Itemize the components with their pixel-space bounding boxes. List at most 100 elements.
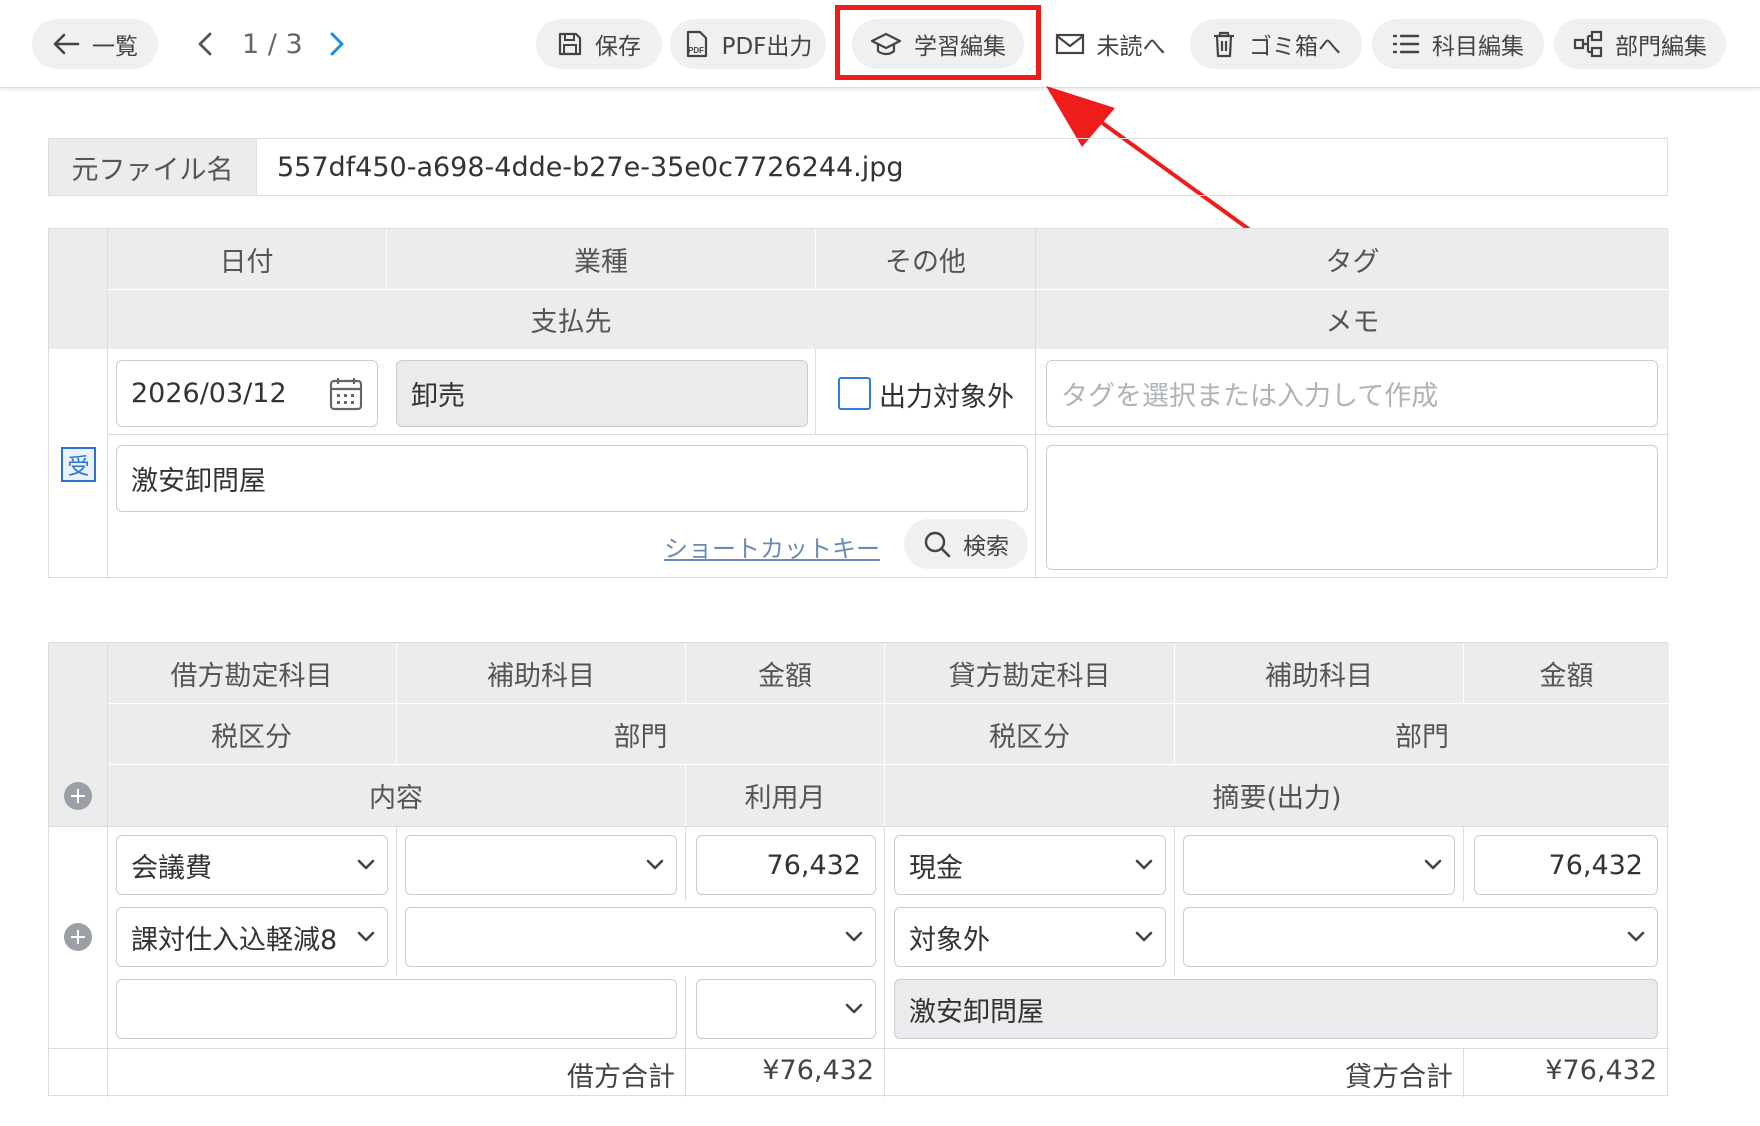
chevron-right-icon[interactable] [328, 31, 346, 57]
debit-amount-input[interactable]: 76,432 [696, 835, 876, 895]
tag-input[interactable]: タグを選択または入力して作成 [1046, 360, 1658, 427]
pager: 1 / 3 [196, 19, 356, 69]
debit-amount-value: 76,432 [766, 849, 861, 881]
chevron-down-icon [646, 859, 664, 870]
credit-dept-header: 部門 [1175, 704, 1669, 764]
unread-label: 未読へ [1096, 34, 1166, 60]
chevron-down-icon [1135, 931, 1153, 942]
list-icon [1392, 34, 1420, 54]
credit-amount-value: 76,432 [1548, 849, 1643, 881]
annotation-highlight-box [835, 5, 1041, 80]
debit-tax-value: 課対仕入込軽減8 [131, 924, 338, 956]
save-label: 保存 [595, 34, 641, 60]
debit-account-value: 会議費 [131, 852, 212, 884]
summary-output-field[interactable]: 激安卸問屋 [894, 979, 1658, 1039]
debit-dept-select[interactable] [405, 907, 876, 967]
summary-value: 激安卸問屋 [909, 996, 1044, 1028]
credit-tax-header: 税区分 [885, 704, 1174, 764]
header-form: 日付 業種 その他 タグ 支払先 メモ 2026/03/12 卸売 出力対象外 … [48, 228, 1669, 579]
chevron-down-icon [357, 931, 375, 942]
usage-month-select[interactable] [696, 979, 876, 1039]
arrow-left-icon [53, 33, 80, 55]
credit-dept-select[interactable] [1183, 907, 1658, 967]
journal-table: 借方勘定科目 補助科目 金額 貸方勘定科目 補助科目 金額 税区分 部門 税区分… [48, 642, 1669, 1097]
chevron-left-icon[interactable] [196, 31, 214, 57]
debit-sub-header: 補助科目 [397, 643, 685, 703]
chevron-down-icon [1627, 931, 1645, 942]
debit-tax-select[interactable]: 課対仕入込軽減8 [116, 907, 388, 967]
summary-header: 摘要(出力) [885, 765, 1669, 826]
date-header: 日付 [107, 229, 386, 289]
chevron-down-icon [357, 859, 375, 870]
accounts-label: 科目編集 [1432, 34, 1524, 60]
content-header: 内容 [107, 765, 685, 826]
account-edit-button[interactable]: 科目編集 [1372, 19, 1544, 69]
credit-tax-value: 対象外 [909, 924, 990, 956]
memo-header: メモ [1036, 290, 1669, 349]
credit-account-header: 貸方勘定科目 [885, 643, 1174, 703]
exclude-output-checkbox[interactable] [838, 377, 871, 410]
mail-icon [1055, 33, 1084, 55]
trash-label: ゴミ箱へ [1249, 34, 1341, 60]
debit-account-header: 借方勘定科目 [107, 643, 396, 703]
department-edit-button[interactable]: 部門編集 [1554, 19, 1726, 69]
debit-account-select[interactable]: 会議費 [116, 835, 388, 895]
save-icon [558, 32, 582, 56]
memo-textarea[interactable] [1046, 445, 1658, 570]
search-label: 検索 [963, 534, 1009, 560]
credit-amount-header: 金額 [1464, 643, 1669, 703]
save-button[interactable]: 保存 [536, 19, 662, 69]
add-row-button[interactable] [64, 923, 92, 951]
file-name-label: 元ファイル名 [49, 139, 257, 195]
svg-text:PDF: PDF [688, 46, 704, 55]
other-header: その他 [816, 229, 1035, 289]
content-input[interactable] [116, 979, 677, 1039]
page-indicator: 1 / 3 [242, 29, 303, 60]
mark-unread-button[interactable]: 未読へ [1040, 19, 1180, 69]
debit-total-value: ¥76,432 [762, 1055, 874, 1086]
add-row-top-button[interactable] [64, 782, 92, 810]
shortcut-key-link[interactable]: ショートカットキー [664, 529, 880, 564]
move-to-trash-button[interactable]: ゴミ箱へ [1190, 19, 1362, 69]
receipt-badge: 受 [61, 447, 96, 482]
pdf-label: PDF出力 [721, 34, 813, 60]
chevron-down-icon [1424, 859, 1442, 870]
org-chart-icon [1573, 30, 1603, 58]
payee-header: 支払先 [107, 290, 1035, 349]
receipt-badge-text: 受 [67, 454, 90, 480]
debit-tax-header: 税区分 [107, 704, 396, 764]
chevron-down-icon [1135, 859, 1153, 870]
debit-sub-select[interactable] [405, 835, 677, 895]
payee-search-button[interactable]: 検索 [904, 519, 1028, 569]
calendar-icon[interactable] [329, 376, 363, 412]
trash-icon [1214, 31, 1234, 58]
back-to-list-button[interactable]: 一覧 [32, 19, 158, 69]
credit-sub-select[interactable] [1183, 835, 1455, 895]
debit-total-label: 借方合計 [567, 1062, 675, 1093]
debit-amount-header: 金額 [686, 643, 884, 703]
industry-header: 業種 [387, 229, 815, 289]
debit-dept-header: 部門 [397, 704, 884, 764]
industry-input[interactable]: 卸売 [396, 360, 808, 427]
credit-sub-header: 補助科目 [1175, 643, 1463, 703]
industry-value: 卸売 [411, 381, 465, 412]
credit-account-select[interactable]: 現金 [894, 835, 1166, 895]
credit-tax-select[interactable]: 対象外 [894, 907, 1166, 967]
payee-input[interactable]: 激安卸問屋 [116, 445, 1028, 512]
pdf-export-button[interactable]: PDF PDF出力 [670, 19, 826, 69]
date-value: 2026/03/12 [131, 378, 287, 409]
tag-header: タグ [1036, 229, 1669, 289]
file-name-value: 557df450-a698-4dde-b27e-35e0c7726244.jpg [277, 151, 904, 183]
usage-month-header: 利用月 [686, 765, 884, 826]
back-label: 一覧 [92, 34, 138, 60]
tag-placeholder: タグを選択または入力して作成 [1061, 381, 1439, 412]
credit-total-label: 貸方合計 [1345, 1062, 1453, 1093]
pdf-icon: PDF [686, 30, 707, 58]
exclude-output-label: 出力対象外 [879, 382, 1014, 413]
search-icon [924, 531, 951, 558]
file-name-row: 元ファイル名 557df450-a698-4dde-b27e-35e0c7726… [48, 138, 1668, 196]
date-input[interactable]: 2026/03/12 [116, 360, 378, 427]
departments-label: 部門編集 [1615, 34, 1707, 60]
credit-amount-input[interactable]: 76,432 [1474, 835, 1658, 895]
credit-total-value: ¥76,432 [1545, 1055, 1657, 1086]
